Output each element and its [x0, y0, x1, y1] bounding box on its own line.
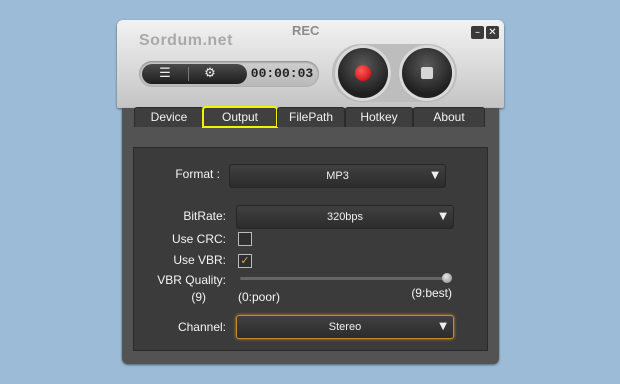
tab-hotkey[interactable]: Hotkey — [345, 107, 413, 127]
close-button[interactable]: ✕ — [486, 26, 499, 39]
chevron-down-icon: ▼ — [431, 170, 439, 181]
bitrate-value: 320bps — [326, 211, 364, 223]
tab-device[interactable]: Device — [134, 107, 204, 127]
chevron-down-icon: ▼ — [439, 321, 447, 332]
bitrate-select[interactable]: 320bps ▼ — [236, 205, 454, 229]
checkmark-icon: ✓ — [240, 254, 250, 267]
minimize-button[interactable]: – — [471, 26, 484, 39]
rec-label: REC — [292, 23, 320, 38]
stop-icon — [421, 67, 433, 79]
record-button[interactable] — [338, 48, 388, 98]
gear-icon[interactable]: ⚙ — [190, 64, 230, 84]
recording-timer: 00:00:03 — [250, 66, 314, 81]
channel-label: Channel: — [177, 320, 226, 334]
vbr-quality-slider-track[interactable] — [240, 277, 447, 280]
channel-select[interactable]: Stereo ▼ — [236, 315, 454, 339]
toolbar-pill: ☰ ⚙ 00:00:03 — [139, 61, 319, 87]
vbr-quality-label: VBR Quality: — [157, 273, 226, 287]
toolbar-divider — [188, 67, 189, 81]
use-vbr-checkbox[interactable]: ✓ — [238, 254, 252, 268]
list-icon[interactable]: ☰ — [145, 64, 185, 84]
tab-filepath[interactable]: FilePath — [277, 107, 345, 127]
format-value: MP3 — [326, 170, 349, 182]
top-panel: Sordum.net REC – ✕ ☰ ⚙ 00:00:03 — [117, 20, 504, 108]
vbr-quality-slider-thumb[interactable] — [442, 273, 452, 283]
format-label: Format : — [175, 167, 220, 181]
bitrate-label: BitRate: — [183, 209, 226, 223]
vbr-quality-value: (9) — [191, 290, 206, 304]
vbr-min-label: (0:poor) — [238, 290, 281, 304]
use-crc-checkbox[interactable] — [238, 232, 252, 246]
channel-value: Stereo — [328, 321, 362, 333]
record-icon — [355, 65, 371, 81]
vbr-max-label: (9:best) — [411, 286, 452, 300]
toolbar-buttons-group: ☰ ⚙ — [142, 64, 247, 84]
use-vbr-label: Use VBR: — [173, 253, 226, 267]
stop-button[interactable] — [402, 48, 452, 98]
tab-output[interactable]: Output — [202, 106, 278, 128]
app-title: Sordum.net — [139, 32, 233, 49]
use-crc-label: Use CRC: — [171, 232, 226, 246]
tab-about[interactable]: About — [413, 107, 485, 127]
format-select[interactable]: MP3 ▼ — [229, 164, 446, 188]
chevron-down-icon: ▼ — [439, 211, 447, 222]
